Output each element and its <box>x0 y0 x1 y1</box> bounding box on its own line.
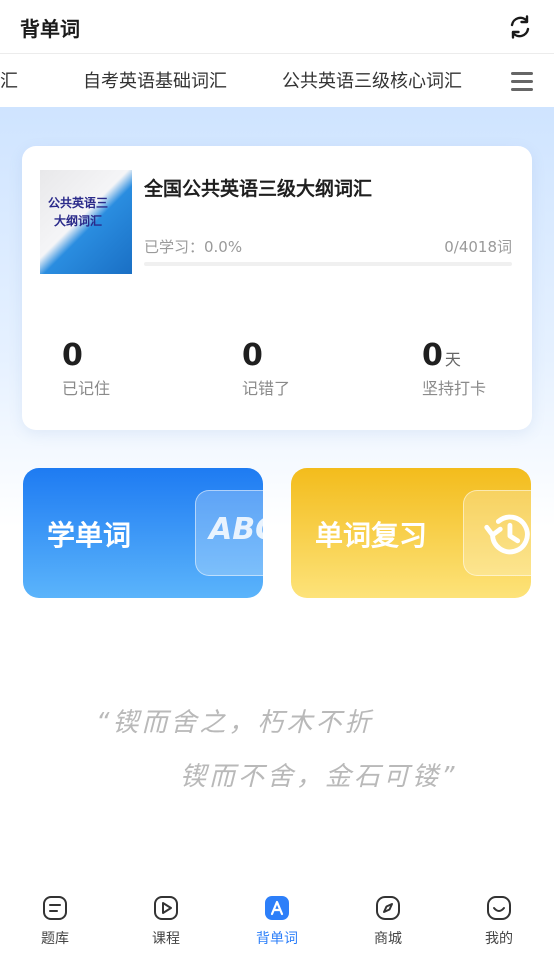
bottom-tab-bar: 题库 课程 背单词 商城 我的 <box>0 884 554 954</box>
smile-icon <box>487 896 511 920</box>
refresh-icon[interactable] <box>506 13 534 41</box>
menu-icon <box>511 88 533 91</box>
nav-label: 我的 <box>485 931 513 947</box>
category-tabs: 词汇 自考英语基础词汇 公共英语三级核心词汇 <box>0 55 554 107</box>
learn-words-label: 学单词 <box>47 519 132 552</box>
top-bar: 背单词 <box>0 0 554 54</box>
history-icon <box>484 514 530 555</box>
book-title: 全国公共英语三级大纲词汇 <box>144 178 373 200</box>
nav-label: 题库 <box>41 931 69 947</box>
book-cover: 公共英语三 大纲词汇 <box>40 170 132 274</box>
nav-vocabulary[interactable]: 背单词 <box>237 894 317 948</box>
quote-line-1: “锲而舍之，朽木不折 <box>96 708 374 738</box>
nav-profile[interactable]: 我的 <box>459 894 539 948</box>
stat-value: 0 <box>62 338 83 373</box>
stat-checkin: 0天 坚持打卡 <box>422 338 486 399</box>
review-words-button[interactable]: 单词复习 <box>291 468 531 598</box>
menu-icon <box>511 80 533 83</box>
nav-courses[interactable]: 课程 <box>126 894 206 948</box>
tab-pets3-core[interactable]: 公共英语三级核心词汇 <box>282 67 462 93</box>
progress-bar <box>144 262 512 266</box>
stat-unit: 天 <box>444 350 461 369</box>
abc-icon: ABC <box>209 512 263 547</box>
nav-label: 背单词 <box>256 931 298 947</box>
stat-value: 0 <box>242 338 263 373</box>
nav-label: 课程 <box>152 931 180 947</box>
cover-text: 大纲词汇 <box>54 214 103 228</box>
menu-button[interactable] <box>496 55 554 107</box>
learn-words-button[interactable]: 学单词 ABC <box>23 468 263 598</box>
stat-label: 记错了 <box>242 379 291 398</box>
tab-self-study-basic[interactable]: 自考英语基础词汇 <box>83 67 227 93</box>
page-title: 背单词 <box>20 17 80 41</box>
compass-icon <box>376 896 400 920</box>
vocabulary-icon <box>265 896 289 920</box>
progress-count: 0/4018词 <box>444 238 512 256</box>
tab-vocabulary[interactable]: 词汇 <box>0 67 18 93</box>
quote-line-2: 锲而不舍，金石可镂” <box>180 762 458 792</box>
nav-store[interactable]: 商城 <box>348 894 428 948</box>
cover-text: 公共英语三 <box>48 196 109 210</box>
book-card[interactable]: 公共英语三 大纲词汇 全国公共英语三级大纲词汇 已学习：0.0% 0/4018词… <box>22 146 532 430</box>
review-words-label: 单词复习 <box>315 519 428 552</box>
stat-label: 坚持打卡 <box>422 379 487 398</box>
stat-remembered: 0 已记住 <box>62 338 110 399</box>
progress-label: 已学习：0.0% <box>144 238 243 256</box>
stat-label: 已记住 <box>62 379 111 398</box>
nav-question-bank[interactable]: 题库 <box>15 894 95 948</box>
nav-label: 商城 <box>374 931 402 947</box>
question-bank-icon <box>43 896 67 920</box>
play-icon <box>154 896 178 920</box>
stat-value: 0 <box>422 338 443 373</box>
menu-icon <box>511 72 533 75</box>
stat-mistakes: 0 记错了 <box>242 338 290 399</box>
